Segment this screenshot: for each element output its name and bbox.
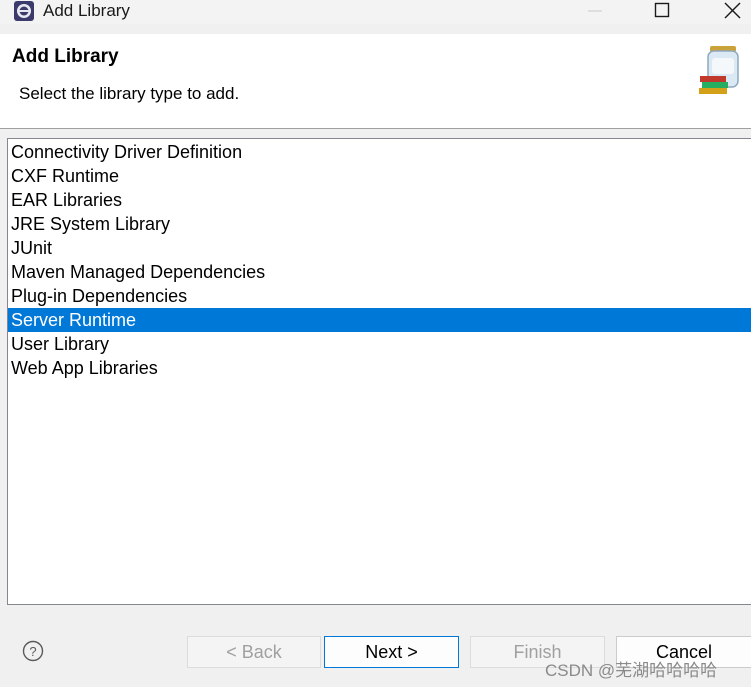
list-item[interactable]: Maven Managed Dependencies <box>8 260 751 284</box>
list-item[interactable]: Connectivity Driver Definition <box>8 140 751 164</box>
maximize-icon <box>654 2 670 18</box>
add-library-dialog: Add Library Add Library Select the libra… <box>0 0 751 687</box>
library-jar-icon <box>699 46 739 94</box>
list-item[interactable]: Plug-in Dependencies <box>8 284 751 308</box>
wizard-banner: Add Library Select the library type to a… <box>0 34 751 128</box>
back-button[interactable]: < Back <box>187 636 321 668</box>
watermark: CSDN @芜湖哈哈哈哈 <box>545 661 718 680</box>
eclipse-app-icon <box>14 1 34 21</box>
page-title: Add Library <box>12 46 119 67</box>
list-item[interactable]: CXF Runtime <box>8 164 751 188</box>
library-type-list[interactable]: Connectivity Driver Definition CXF Runtim… <box>7 138 751 605</box>
list-item[interactable]: User Library <box>8 332 751 356</box>
maximize-button[interactable] <box>642 0 682 24</box>
list-item[interactable]: JUnit <box>8 236 751 260</box>
minimize-button[interactable] <box>575 0 615 24</box>
next-button[interactable]: Next > <box>324 636 459 668</box>
minimize-icon <box>588 10 602 12</box>
list-item[interactable]: Web App Libraries <box>8 356 751 380</box>
svg-text:?: ? <box>29 644 36 659</box>
help-icon[interactable]: ? <box>22 640 44 662</box>
window-title: Add Library <box>43 1 130 20</box>
list-item[interactable]: JRE System Library <box>8 212 751 236</box>
close-icon <box>724 2 741 19</box>
list-item[interactable]: Server Runtime <box>8 308 751 332</box>
title-bar: Add Library <box>0 0 751 24</box>
page-description: Select the library type to add. <box>19 84 240 103</box>
close-button[interactable] <box>712 0 751 24</box>
banner-separator <box>0 128 751 129</box>
list-item[interactable]: EAR Libraries <box>8 188 751 212</box>
